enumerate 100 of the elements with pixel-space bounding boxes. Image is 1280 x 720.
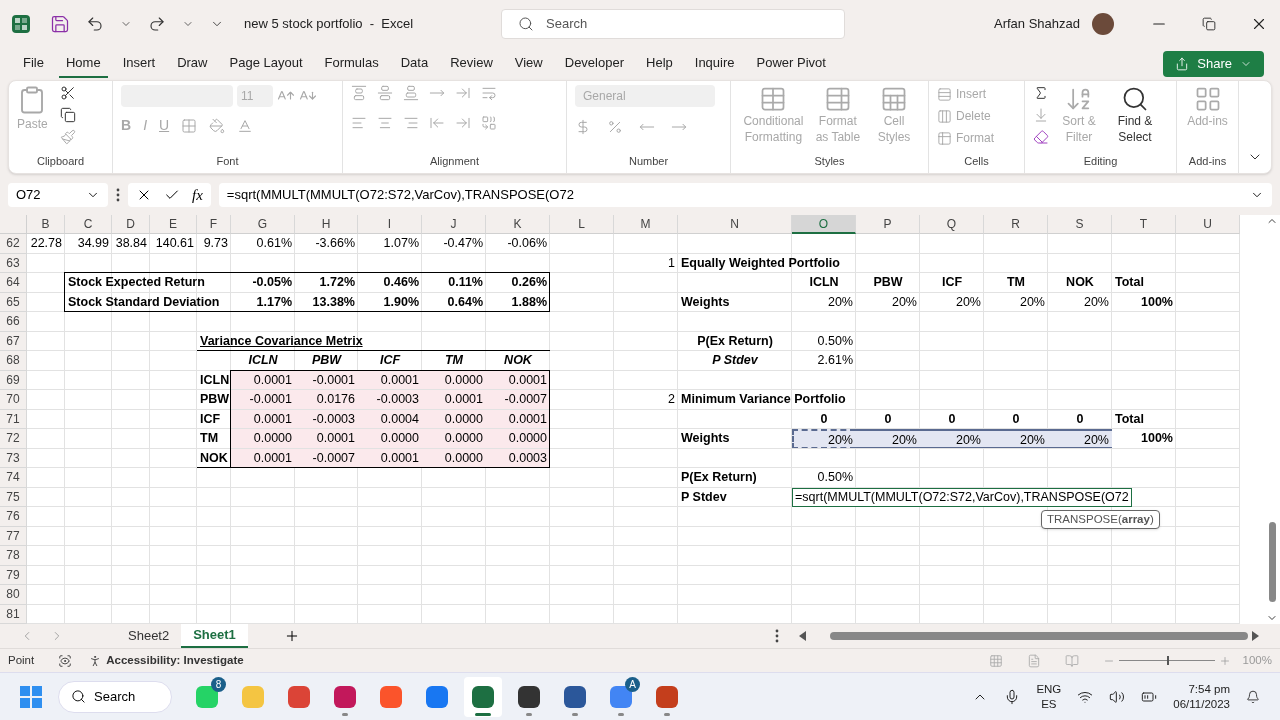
ribbon-tab[interactable]: Help [639,50,680,78]
currency-icon[interactable] [575,119,591,135]
row-header[interactable]: 68 [0,351,27,371]
volume-icon[interactable] [1109,688,1126,705]
ribbon-tab[interactable]: View [507,50,550,78]
taskbar-button[interactable]: A [602,676,640,717]
avatar[interactable] [1092,13,1114,35]
group-label: Clipboard [35,153,86,169]
scroll-thumb[interactable] [1268,522,1276,602]
ribbon-tab[interactable]: Page Layout [222,50,310,78]
wrap-text-icon[interactable] [481,85,497,101]
ribbon-tab[interactable]: Data [393,50,436,78]
search-field[interactable]: Search [501,9,846,39]
taskbar-search[interactable]: Search [58,680,172,713]
clock-date[interactable]: 06/11/2023 [1173,696,1230,712]
name-box[interactable]: O72 [8,183,108,207]
fill-color-icon[interactable] [209,117,226,134]
insert-function-button[interactable]: fx [192,183,203,207]
row-header[interactable]: 62 [0,234,27,254]
cell-editor[interactable]: =sqrt(MMULT(MMULT(O72:S72,VarCov),TRANSPOSE(O72 [792,487,1132,507]
fill-icon[interactable] [1033,107,1049,123]
row-header[interactable]: 78 [0,546,27,566]
scissors-icon[interactable] [59,85,76,101]
cell-text: Stock Standard Deviation [68,293,220,311]
taskbar-button[interactable]: 8 [188,676,226,717]
taskbar-button[interactable] [464,676,502,717]
row-header[interactable]: 66 [0,312,27,332]
normal-view-icon[interactable] [988,653,1003,668]
copy-icon[interactable] [59,107,76,123]
redo-icon[interactable] [148,15,166,33]
column-header[interactable]: O [792,215,856,234]
table-icon [937,130,952,146]
spreadsheet-app-icon [12,15,30,33]
group-label: Cells [963,153,990,169]
spreadsheet-cell-text: P Stdev [711,352,759,369]
sheet-tab[interactable]: Sheet2 [116,624,182,648]
row-header[interactable]: 70 [0,390,27,410]
clock-time[interactable]: 7:54 pm [1188,681,1230,697]
sheet-tab[interactable]: Sheet1 [181,624,248,648]
ribbon-tab[interactable]: Home [58,50,108,78]
zoom-thumb[interactable] [1166,656,1169,665]
zoom-in-icon[interactable] [1218,654,1231,667]
spreadsheet-cell-text: 0.61% [255,235,293,252]
eraser-icon[interactable] [1033,129,1049,145]
row-header[interactable]: 74 [0,468,27,488]
ribbon-tab[interactable]: Developer [557,50,631,78]
paintbrush-icon[interactable] [59,129,76,145]
group-label: Font [215,153,240,169]
borders-icon[interactable] [181,117,198,134]
macro-recording-icon[interactable] [58,653,73,668]
save-icon[interactable] [50,14,70,34]
ribbon-tab[interactable]: Formulas [317,50,386,78]
ribbon-tab[interactable]: Insert [115,50,163,78]
notification-icon[interactable] [1246,689,1260,704]
align-right-icon[interactable] [403,115,419,131]
align-bottom-icon[interactable] [403,85,419,101]
ribbon-tab[interactable]: Power Pivot [749,50,833,78]
spreadsheet-cell: 0.0001 [231,370,295,390]
undo-icon[interactable] [86,15,104,33]
spreadsheet-cell: 0.0001 [358,448,422,468]
more-icon[interactable] [116,188,120,202]
share-button[interactable]: Share [1163,51,1264,77]
align-center-icon[interactable] [377,115,393,131]
decrease-indent-icon[interactable] [429,115,445,131]
zoom-slider[interactable] [1118,656,1215,665]
increase-indent-icon[interactable] [455,115,471,131]
spreadsheet-cell-text: 1.72% [318,274,356,291]
align-left-icon[interactable] [351,115,367,131]
windows-logo-icon[interactable] [20,685,42,708]
row-header[interactable]: 64 [0,273,27,293]
page-layout-icon[interactable] [1026,653,1041,668]
spreadsheet-cell-text: ICF [378,352,402,369]
spreadsheet-cell-text: 20% [954,293,982,311]
editing-button[interactable]: Find & Select [1109,85,1161,145]
horizontal-scrollbar[interactable] [798,630,1259,642]
merge-icon[interactable] [481,115,497,131]
row-header[interactable]: 72 [0,429,27,449]
ribbon-tab[interactable]: Review [443,50,500,78]
font-color-icon[interactable] [237,117,254,134]
spreadsheet-cell: -0.0003 [295,409,358,429]
cell-text: Minimum Variance Portfolio [681,391,846,408]
group-label: Number [627,153,670,169]
direction-icon[interactable] [455,85,471,101]
cell-text: PBW [200,391,230,408]
restore-icon[interactable] [1202,17,1216,31]
more-icon[interactable] [774,629,779,643]
ribbon-tab[interactable]: Draw [170,50,215,78]
row-header[interactable]: 76 [0,507,27,527]
sum-icon[interactable] [1033,85,1049,101]
keyboard-layout-label[interactable]: ES [1041,696,1057,712]
page-break-icon[interactable] [1064,653,1079,668]
spreadsheet-cell: 20% [792,429,856,449]
ribbon-tab[interactable]: File [16,50,51,78]
percent-icon[interactable] [607,119,623,135]
accessibility-button[interactable]: Accessibility: Investigate [88,651,244,670]
align-middle-icon[interactable] [377,85,393,101]
language-label[interactable]: ENG [1036,681,1062,697]
row-header[interactable]: 80 [0,585,27,605]
formula-field[interactable]: =sqrt(MMULT(MMULT(O72:S72,VarCov),TRANSPOSE(O72 [218,183,1272,207]
ribbon-tab[interactable]: Inquire [687,50,742,78]
